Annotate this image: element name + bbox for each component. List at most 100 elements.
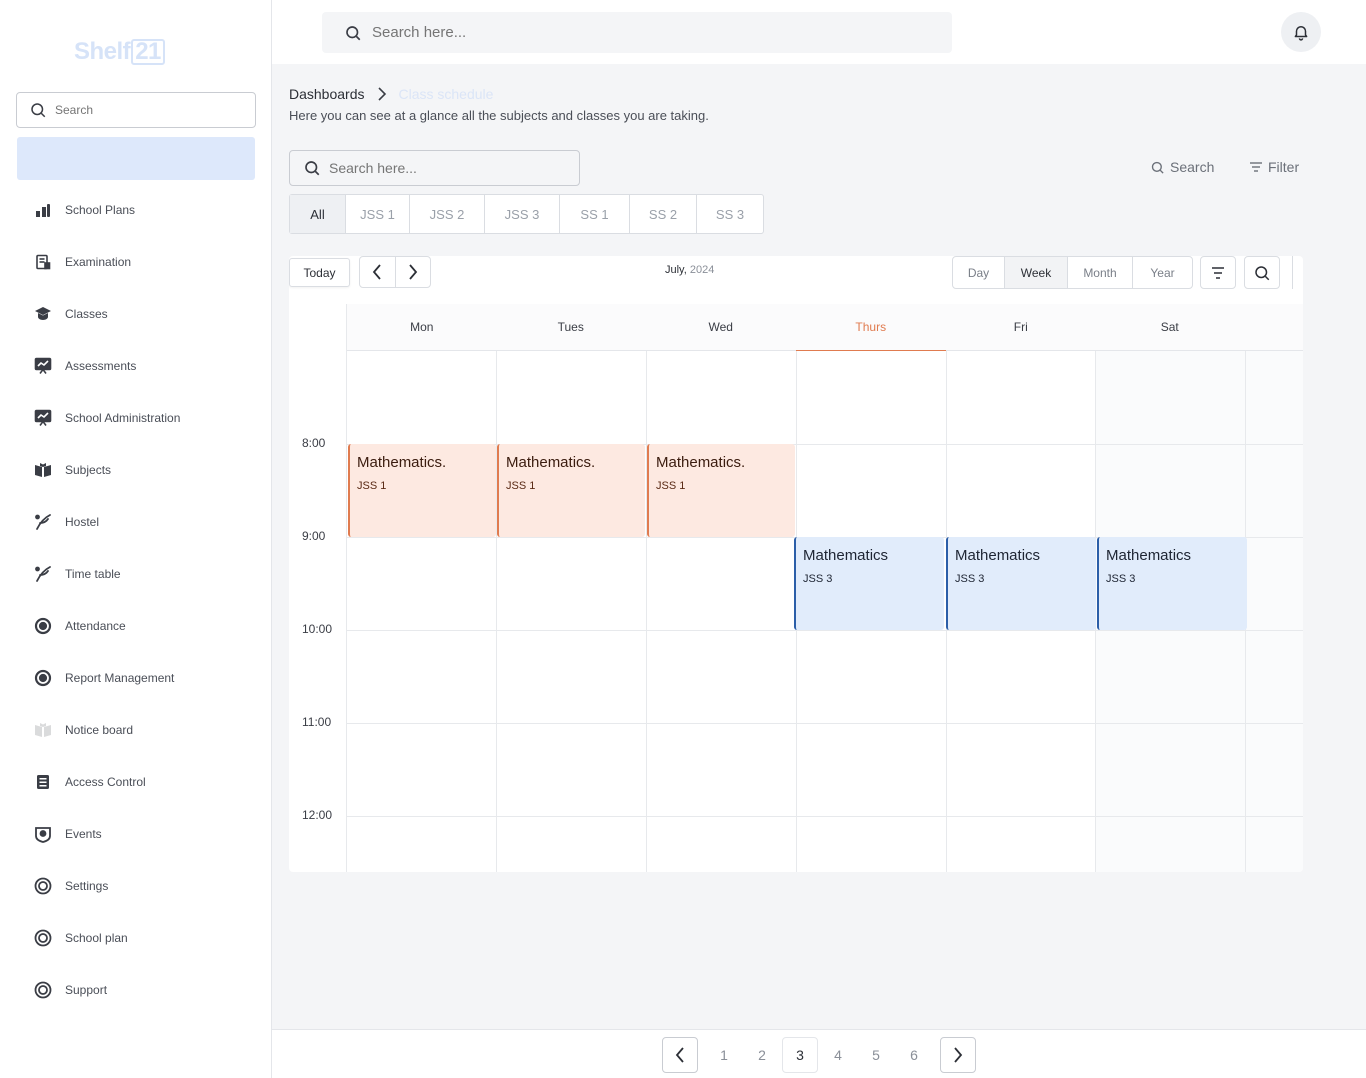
sidebar-item-assessments[interactable]: Assessments — [0, 340, 271, 392]
event-class: JSS 1 — [357, 480, 387, 492]
today-button[interactable]: Today — [289, 258, 350, 287]
sidebar-item-school-plan[interactable]: School plan — [0, 912, 271, 964]
sidebar-item-hostel[interactable]: Hostel — [0, 496, 271, 548]
time-label: 8:00 — [302, 436, 326, 450]
sidebar-item-events[interactable]: Events — [0, 808, 271, 860]
sidebar-item-settings[interactable]: Settings — [0, 860, 271, 912]
notifications-button[interactable] — [1281, 12, 1321, 52]
sidebar: Shelf21 School Plans Examination Classes… — [0, 0, 272, 1078]
class-tab-ss-1[interactable]: SS 1 — [560, 195, 630, 233]
calendar: Today July, 2024 Day Week Month Year Mon Tue… — [289, 256, 1303, 872]
sidebar-item-subjects[interactable]: Subjects — [0, 444, 271, 496]
chevron-left-icon — [373, 264, 381, 280]
week-nav — [359, 256, 431, 288]
schedule-event[interactable]: Mathematics JSS 3 — [946, 537, 1096, 630]
class-tab-jss-2[interactable]: JSS 2 — [410, 195, 485, 233]
event-title: Mathematics. — [506, 454, 596, 471]
filter-button[interactable]: Filter — [1249, 159, 1299, 175]
class-tab-jss-3[interactable]: JSS 3 — [485, 195, 560, 233]
sidebar-item-label: Report Management — [65, 671, 175, 685]
page-1[interactable]: 1 — [706, 1037, 742, 1073]
grid-column-line — [346, 351, 347, 872]
time-label: 9:00 — [302, 529, 326, 543]
event-title: Mathematics — [803, 547, 889, 564]
class-tab-ss-2[interactable]: SS 2 — [630, 195, 697, 233]
calendar-search-button[interactable] — [1244, 256, 1280, 289]
sidebar-item-label: Support — [65, 983, 108, 997]
sidebar-item-school-plans[interactable]: School Plans — [0, 184, 271, 236]
sidebar-active-highlight[interactable] — [17, 137, 255, 180]
event-class: JSS 3 — [1106, 573, 1136, 585]
day-header-sat[interactable]: Sat — [1095, 304, 1245, 351]
day-header-mon[interactable]: Mon — [347, 304, 497, 351]
sidebar-search[interactable] — [16, 92, 256, 128]
sidebar-item-notice-board[interactable]: Notice board — [0, 704, 271, 756]
page-6[interactable]: 6 — [896, 1037, 932, 1073]
filter-lines-icon — [1212, 266, 1224, 279]
list-options-button[interactable] — [1200, 256, 1236, 289]
page-3[interactable]: 3 — [782, 1037, 818, 1073]
schedule-event[interactable]: Mathematics. JSS 1 — [497, 444, 645, 537]
schedule-event[interactable]: Mathematics JSS 3 — [1097, 537, 1247, 630]
bar-chart-icon — [34, 201, 52, 219]
prev-page-button[interactable] — [662, 1037, 698, 1073]
view-tab-week[interactable]: Week — [1005, 257, 1068, 288]
view-tab-year[interactable]: Year — [1133, 257, 1192, 288]
event-class: JSS 3 — [803, 573, 833, 585]
day-header-wed[interactable]: Wed — [646, 304, 796, 351]
sidebar-item-classes[interactable]: Classes — [0, 288, 271, 340]
time-label: 10:00 — [302, 622, 333, 636]
day-header-fri[interactable]: Fri — [946, 304, 1096, 351]
sidebar-item-time-table[interactable]: Time table — [0, 548, 271, 600]
class-tab-jss-1[interactable]: JSS 1 — [346, 195, 410, 233]
day-header-tues[interactable]: Tues — [496, 304, 646, 351]
view-tab-month[interactable]: Month — [1068, 257, 1133, 288]
settings-ring-icon — [34, 929, 52, 947]
global-search[interactable] — [322, 12, 952, 53]
next-page-button[interactable] — [940, 1037, 976, 1073]
sidebar-item-support[interactable]: Support — [0, 964, 271, 1016]
schedule-search-input[interactable] — [329, 160, 569, 176]
top-bar — [272, 0, 1366, 64]
day-header-thurs[interactable]: Thurs — [796, 304, 946, 351]
prev-week-button[interactable] — [360, 257, 396, 287]
page-5[interactable]: 5 — [858, 1037, 894, 1073]
settings-ring-icon — [34, 981, 52, 999]
filter-button-label: Filter — [1268, 159, 1300, 175]
event-class: JSS 3 — [955, 573, 985, 585]
logo-number: 21 — [131, 39, 165, 65]
grid-hour-line — [346, 816, 1303, 817]
class-tab-ss-3[interactable]: SS 3 — [697, 195, 763, 233]
schedule-event[interactable]: Mathematics. JSS 1 — [647, 444, 795, 537]
sidebar-item-label: Access Control — [65, 775, 146, 789]
class-tab-all[interactable]: All — [290, 195, 346, 233]
sidebar-item-label: School Plans — [65, 203, 136, 217]
sidebar-item-report-management[interactable]: Report Management — [0, 652, 271, 704]
sidebar-item-attendance[interactable]: Attendance — [0, 600, 271, 652]
chevron-left-icon — [675, 1047, 684, 1063]
presentation-chart-icon — [34, 409, 52, 427]
page-4[interactable]: 4 — [820, 1037, 856, 1073]
sidebar-item-school-administration[interactable]: School Administration — [0, 392, 271, 444]
schedule-event[interactable]: Mathematics. JSS 1 — [348, 444, 496, 537]
time-label: 12:00 — [302, 808, 333, 822]
search-button[interactable]: Search — [1150, 159, 1214, 175]
view-switcher: Day Week Month Year — [952, 256, 1193, 289]
page-2[interactable]: 2 — [744, 1037, 780, 1073]
schedule-search[interactable] — [289, 150, 580, 186]
next-week-button[interactable] — [396, 257, 431, 287]
sidebar-item-examination[interactable]: Examination — [0, 236, 271, 288]
sidebar-item-label: Hostel — [65, 515, 100, 529]
chevron-right-icon — [409, 264, 417, 280]
sidebar-item-label: Notice board — [65, 723, 134, 737]
sidebar-item-label: Subjects — [65, 463, 112, 477]
breadcrumb-dashboards[interactable]: Dashboards — [289, 86, 365, 102]
sidebar-item-access-control[interactable]: Access Control — [0, 756, 271, 808]
app-logo[interactable]: Shelf 21 — [74, 38, 165, 66]
schedule-event[interactable]: Mathematics JSS 3 — [794, 537, 944, 630]
sidebar-search-input[interactable] — [55, 103, 235, 117]
global-search-input[interactable] — [372, 24, 872, 41]
breadcrumb-current: Class schedule — [398, 86, 494, 102]
event-title: Mathematics — [955, 547, 1041, 564]
view-tab-day[interactable]: Day — [953, 257, 1005, 288]
